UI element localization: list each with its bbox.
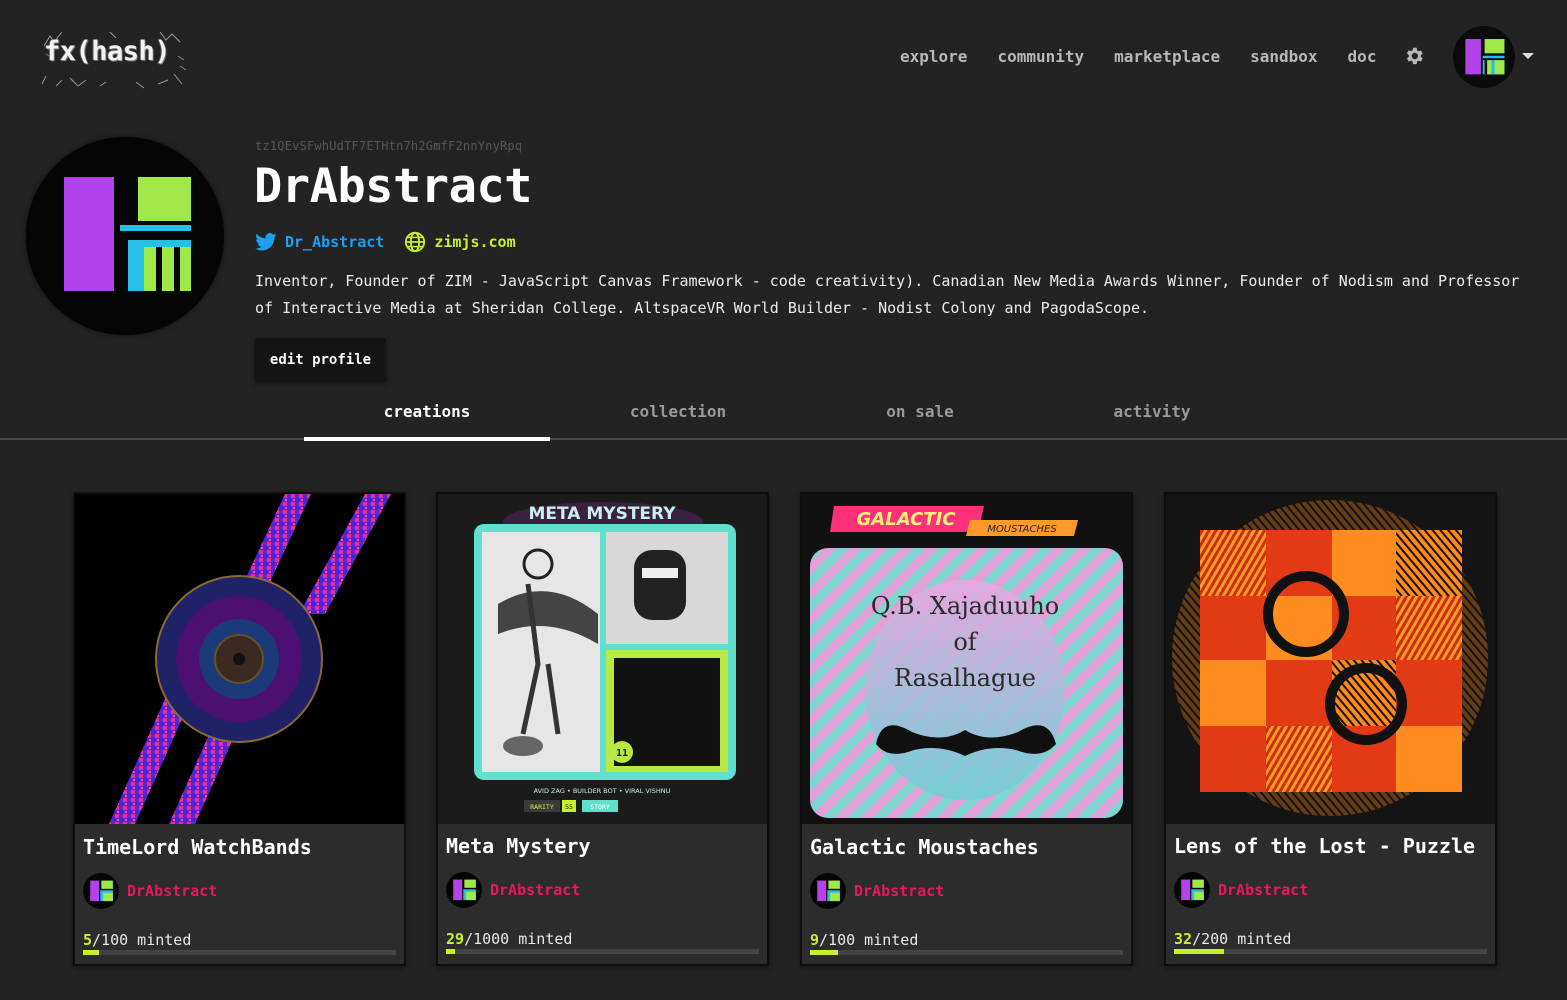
author-name: DrAbstract <box>854 882 945 900</box>
minted-supply: /1000 <box>464 930 510 948</box>
author-name: DrAbstract <box>490 881 581 899</box>
card-thumbnail <box>1166 494 1495 824</box>
minted-count: 9/100 minted <box>810 931 918 949</box>
profile-avatar <box>26 137 224 335</box>
minted-number: 5 <box>83 931 93 949</box>
card-timelord-watchbands[interactable]: TimeLord WatchBands DrAbstract 5/100 min… <box>73 492 406 966</box>
minted-number: 32 <box>1174 930 1193 948</box>
profile-bio: Inventor, Founder of ZIM - JavaScript Ca… <box>255 272 1520 317</box>
mint-progress-bar <box>83 950 396 955</box>
art-rarity: RARITY <box>530 803 554 811</box>
minted-label: minted <box>509 930 573 948</box>
card-title: Galactic Moustaches <box>810 835 1039 859</box>
mint-progress-fill <box>446 949 456 954</box>
minted-label: minted <box>128 931 192 949</box>
zim-logo-icon <box>1181 879 1204 901</box>
twitter-icon <box>255 233 277 251</box>
minted-label: minted <box>855 931 919 949</box>
mint-progress-bar <box>1174 949 1487 954</box>
author-avatar <box>810 873 846 909</box>
twitter-link[interactable]: Dr_Abstract <box>255 233 384 251</box>
card-thumbnail <box>75 494 404 824</box>
card-thumbnail: META MYSTERY 11 AVID ZAG • BUILDER BOT •… <box>438 494 767 824</box>
art-subheading: MOUSTACHES <box>987 524 1057 535</box>
card-thumbnail: GALACTIC MOUSTACHES Q.B. Xajaduuho of Ra… <box>802 494 1131 824</box>
edit-profile-button[interactable]: edit profile <box>255 338 386 382</box>
author-avatar <box>1174 872 1210 908</box>
top-header: fx(hash) explore community marketplace s… <box>0 0 1567 110</box>
gear-icon[interactable] <box>1403 45 1425 67</box>
fxhash-logo[interactable]: fx(hash) <box>40 28 186 89</box>
art-page-left: 11 <box>616 748 628 759</box>
minted-number: 9 <box>810 931 820 949</box>
author-avatar <box>83 873 119 909</box>
art-rarity-value: 55 <box>565 803 573 811</box>
nav-marketplace[interactable]: marketplace <box>1114 46 1220 68</box>
chevron-down-icon[interactable] <box>1522 53 1534 59</box>
art-line1: Q.B. Xajaduuho <box>871 592 1059 620</box>
zim-logo-icon <box>1465 39 1505 75</box>
card-lens-of-the-lost[interactable]: Lens of the Lost - Puzzle DrAbstract 32/… <box>1164 492 1497 966</box>
author-name: DrAbstract <box>1218 881 1309 899</box>
minted-number: 29 <box>446 930 465 948</box>
nav-community[interactable]: community <box>997 46 1084 68</box>
mint-progress-fill <box>83 950 99 955</box>
minted-count: 29/1000 minted <box>446 930 572 948</box>
logo-text: fx(hash) <box>44 36 171 67</box>
art-line3: Rasalhague <box>894 664 1036 692</box>
minted-supply: /100 <box>92 931 129 949</box>
card-title: Lens of the Lost - Puzzle <box>1174 834 1476 858</box>
nav-explore[interactable]: explore <box>900 46 967 68</box>
wallet-address: tz1QEvSFwhUdTF7ETHtn7h2GmfF2nnYnyRpq <box>255 139 523 153</box>
card-author[interactable]: DrAbstract <box>83 873 217 909</box>
art-heading: GALACTIC <box>857 509 957 530</box>
nav-sandbox[interactable]: sandbox <box>1250 46 1317 68</box>
author-name: DrAbstract <box>127 882 218 900</box>
card-galactic-moustaches[interactable]: GALACTIC MOUSTACHES Q.B. Xajaduuho of Ra… <box>800 492 1133 966</box>
tab-on-sale[interactable]: on sale <box>797 402 1043 440</box>
card-author[interactable]: DrAbstract <box>810 873 944 909</box>
card-author[interactable]: DrAbstract <box>1174 872 1308 908</box>
twitter-handle: Dr_Abstract <box>285 233 385 251</box>
card-title: TimeLord WatchBands <box>83 835 312 859</box>
tab-creations[interactable]: creations <box>304 402 550 440</box>
minted-count: 5/100 minted <box>83 931 191 949</box>
profile-name: DrAbstract <box>254 159 532 214</box>
user-avatar[interactable] <box>1453 26 1515 88</box>
zim-logo-icon <box>64 177 191 291</box>
profile-links: Dr_Abstract zimjs.com <box>255 231 536 253</box>
website-link[interactable]: zimjs.com <box>404 231 516 253</box>
mint-progress-bar <box>446 949 759 954</box>
art-story: STORY <box>590 803 610 811</box>
mint-progress-fill <box>810 950 839 955</box>
card-meta-mystery[interactable]: META MYSTERY 11 AVID ZAG • BUILDER BOT •… <box>436 492 769 966</box>
zim-logo-icon <box>817 880 840 902</box>
minted-count: 32/200 minted <box>1174 930 1291 948</box>
card-author[interactable]: DrAbstract <box>446 872 580 908</box>
zim-logo-icon <box>453 879 476 901</box>
author-avatar <box>446 872 482 908</box>
art-credits: AVID ZAG • BUILDER BOT • VIRAL VISHNU <box>534 787 671 795</box>
tab-activity[interactable]: activity <box>1029 402 1275 440</box>
website-url: zimjs.com <box>434 233 516 251</box>
minted-supply: /100 <box>819 931 856 949</box>
main-nav: explore community marketplace sandbox do… <box>900 46 1406 68</box>
mint-progress-fill <box>1174 949 1225 954</box>
zim-logo-icon <box>90 880 113 902</box>
mint-progress-bar <box>810 950 1123 955</box>
nav-doc[interactable]: doc <box>1348 46 1377 68</box>
active-tab-indicator <box>304 437 550 441</box>
minted-label: minted <box>1228 930 1292 948</box>
tab-collection[interactable]: collection <box>555 402 801 440</box>
card-title: Meta Mystery <box>446 834 591 858</box>
art-heading: META MYSTERY <box>528 504 676 524</box>
globe-icon <box>405 231 426 253</box>
minted-supply: /200 <box>1192 930 1229 948</box>
art-line2: of <box>953 628 978 656</box>
